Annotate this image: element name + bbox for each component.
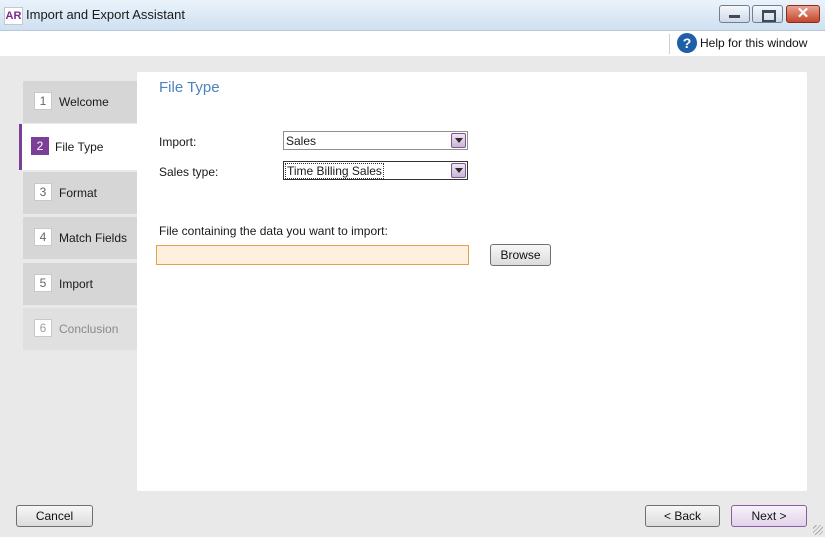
back-button[interactable]: < Back bbox=[645, 505, 720, 527]
title-bar: AR Import and Export Assistant ✕ bbox=[0, 0, 825, 31]
chevron-down-icon[interactable] bbox=[451, 163, 466, 178]
sales-type-select-value: Time Billing Sales bbox=[285, 163, 384, 179]
step-label: Import bbox=[59, 277, 94, 291]
step-welcome[interactable]: 1 Welcome bbox=[23, 81, 137, 123]
chevron-down-icon[interactable] bbox=[451, 133, 466, 148]
divider bbox=[669, 34, 670, 54]
page-title: File Type bbox=[159, 79, 220, 96]
window-title: Import and Export Assistant bbox=[26, 7, 185, 22]
step-conclusion: 6 Conclusion bbox=[23, 308, 137, 350]
step-label: Match Fields bbox=[59, 231, 128, 245]
close-icon: ✕ bbox=[796, 5, 810, 22]
step-number: 6 bbox=[34, 319, 52, 337]
minimize-icon bbox=[729, 15, 740, 18]
step-label: Welcome bbox=[59, 95, 109, 109]
close-button[interactable]: ✕ bbox=[786, 5, 820, 23]
cancel-button[interactable]: Cancel bbox=[16, 505, 93, 527]
step-number: 2 bbox=[31, 137, 49, 155]
sales-type-label: Sales type: bbox=[159, 165, 219, 179]
minimize-button[interactable] bbox=[719, 5, 750, 23]
step-file-type[interactable]: 2 File Type bbox=[19, 124, 137, 170]
import-label: Import: bbox=[159, 135, 197, 149]
resize-grip-icon[interactable] bbox=[813, 525, 823, 535]
step-label: Format bbox=[59, 186, 98, 200]
help-link[interactable]: Help for this window bbox=[700, 36, 807, 50]
next-button[interactable]: Next > bbox=[731, 505, 807, 527]
file-path-input[interactable] bbox=[156, 245, 469, 265]
step-number: 1 bbox=[34, 92, 52, 110]
step-match-fields[interactable]: 4 Match Fields bbox=[23, 217, 137, 259]
sales-type-select[interactable]: Time Billing Sales bbox=[283, 161, 468, 180]
content-panel: File Type Import: Sales Sales type: Time… bbox=[137, 72, 807, 491]
browse-button[interactable]: Browse bbox=[490, 244, 551, 266]
app-logo-icon: AR bbox=[4, 7, 23, 25]
step-format[interactable]: 3 Format bbox=[23, 172, 137, 214]
step-number: 5 bbox=[34, 274, 52, 292]
help-icon[interactable]: ? bbox=[677, 33, 697, 53]
import-select[interactable]: Sales bbox=[283, 131, 468, 150]
step-label: File Type bbox=[55, 140, 104, 154]
step-label: Conclusion bbox=[59, 322, 119, 336]
maximize-icon bbox=[762, 10, 776, 22]
step-number: 3 bbox=[34, 183, 52, 201]
file-label: File containing the data you want to imp… bbox=[159, 224, 388, 238]
step-import[interactable]: 5 Import bbox=[23, 263, 137, 305]
step-number: 4 bbox=[34, 228, 52, 246]
import-select-value: Sales bbox=[286, 134, 317, 148]
help-bar: ? Help for this window bbox=[0, 31, 825, 56]
maximize-button[interactable] bbox=[752, 5, 783, 23]
